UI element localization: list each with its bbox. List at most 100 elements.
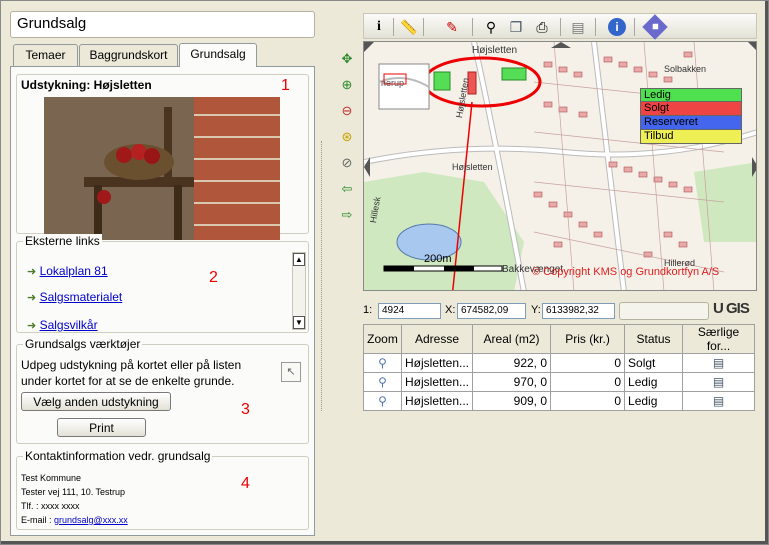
pan-icon[interactable]: ✥ <box>337 49 357 69</box>
link-salgsvilkaar[interactable]: Salgsvilkår <box>40 318 98 332</box>
tab-baggrundskort[interactable]: Baggrundskort <box>79 44 178 66</box>
x-label: X: <box>445 304 456 316</box>
map-copyright: © Copyright KMS og Grundkortfyn A/S <box>532 266 720 278</box>
street-label: Solbakken <box>664 64 707 74</box>
choose-subdivision-button[interactable]: Vælg anden udstykning <box>21 392 171 411</box>
area-cell: 970, 0 <box>472 372 552 392</box>
column-header-status[interactable]: Status <box>624 324 684 354</box>
clipboard-icon[interactable]: ▤ <box>568 17 588 37</box>
column-header-address[interactable]: Adresse <box>400 324 474 354</box>
legend-item: Tilbud <box>640 130 742 144</box>
annotation-3: 3 <box>241 401 250 418</box>
column-header-price[interactable]: Pris (kr.) <box>550 324 626 354</box>
external-links-group: Eksterne links ➜ Lokalplan 81 ➜ Salgsmat… <box>16 234 309 333</box>
links-scrollbar[interactable]: ▲ ▼ <box>292 252 306 330</box>
y-coordinate-field[interactable]: 6133982,32 <box>542 303 615 319</box>
zoom-cell[interactable]: ⚲ <box>363 391 402 411</box>
document-cell[interactable]: ▤ <box>682 391 755 411</box>
document-icon[interactable]: ▤ <box>713 375 724 389</box>
link-arrow-icon: ➜ <box>27 266 37 278</box>
link-item-salgsvilkaar[interactable]: ➜ Salgsvilkår <box>27 318 98 332</box>
zoom-cell[interactable]: ⚲ <box>363 372 402 392</box>
table-row[interactable]: ⚲ Højsletten... 970, 0 0 Ledig ▤ <box>363 372 755 392</box>
link-lokalplan[interactable]: Lokalplan 81 <box>40 264 108 278</box>
tools-legend: Grundsalgs værktøjer <box>23 337 143 351</box>
map-toolbar: i 📏 ✎ ⚲ ❐ ⎙ ▤ i ◆ <box>363 13 757 40</box>
document-icon[interactable]: ▤ <box>713 356 724 370</box>
info-i-icon[interactable]: i <box>369 17 389 37</box>
cursor-icon: ↖ <box>286 366 296 378</box>
annotation-4: 4 <box>241 475 250 492</box>
status-field <box>619 302 709 320</box>
column-header-special[interactable]: Særlige for... <box>682 324 755 354</box>
map-canvas[interactable]: nerup <box>364 42 757 291</box>
grundsalg-panel: Udstykning: Højsletten 1 Eksterne links … <box>10 66 315 536</box>
subdivision-label: Udstykning: Højsletten <box>21 78 152 92</box>
panel-title: Grundsalg <box>10 11 315 38</box>
address-cell: Højsletten... <box>400 391 474 411</box>
pointer-select-button[interactable]: ↖ <box>281 362 301 382</box>
ruler-icon[interactable]: 📏 <box>399 17 419 37</box>
scale-label: 1: <box>363 304 373 316</box>
status-cell: Ledig <box>624 372 684 392</box>
zoom-out-icon[interactable]: ⊖ <box>337 101 357 121</box>
document-cell[interactable]: ▤ <box>682 353 755 373</box>
zoom-full-icon[interactable]: ⊘ <box>337 153 357 173</box>
magnifier-icon[interactable]: ⚲ <box>378 394 387 408</box>
app-window: Grundsalg Temaer Baggrundskort Grundsalg… <box>0 0 769 545</box>
map-legend: Ledig Solgt Reserveret Tilbud <box>640 88 742 144</box>
y-label: Y: <box>531 304 541 316</box>
magnifier-icon[interactable]: ⚲ <box>378 356 387 370</box>
panel-splitter[interactable] <box>321 141 323 411</box>
zoom-cell[interactable]: ⚲ <box>363 353 402 373</box>
tools-group: Grundsalgs værktøjer Udpeg udstykning på… <box>16 337 309 444</box>
map-view[interactable]: nerup Højsletten Højsletten Højsletten B… <box>363 41 757 291</box>
link-arrow-icon: ➜ <box>27 292 37 304</box>
tab-grundsalg[interactable]: Grundsalg <box>179 43 257 67</box>
contact-address: Tester vej 111, 10. Testrup <box>21 487 126 497</box>
zoom-in-icon[interactable]: ⊕ <box>337 75 357 95</box>
contact-phone: Tlf. : xxxx xxxx <box>21 501 80 511</box>
column-header-area[interactable]: Areal (m2) <box>472 324 552 354</box>
map-label: nerup <box>381 78 404 88</box>
contact-details: Test Kommune Tester vej 111, 10. Testrup… <box>21 471 128 527</box>
settings-diamond-icon[interactable]: ◆ <box>642 14 668 40</box>
column-header-zoom[interactable]: Zoom <box>363 324 402 354</box>
document-cell[interactable]: ▤ <box>682 372 755 392</box>
magnifier-icon[interactable]: ⚲ <box>378 375 387 389</box>
map-navigation: ✥ ⊕ ⊖ ⊛ ⊘ ⇦ ⇨ <box>335 41 359 291</box>
subdivision-group: Udstykning: Højsletten <box>16 74 309 240</box>
scale-field[interactable]: 4924 <box>378 303 441 319</box>
status-cell: Solgt <box>624 353 684 373</box>
zoom-box-icon[interactable]: ⊛ <box>337 127 357 147</box>
street-label: Højsletten <box>452 162 493 172</box>
tab-temaer[interactable]: Temaer <box>13 44 78 66</box>
legend-item: Reserveret <box>640 116 742 130</box>
print-button[interactable]: Print <box>57 418 146 437</box>
legend-item: Solgt <box>640 102 742 116</box>
apple-basket-photo <box>44 97 280 240</box>
link-item-salgsmateriale[interactable]: ➜ Salgsmaterialet <box>27 290 122 304</box>
printer-icon[interactable]: ⎙ <box>532 17 552 37</box>
street-label: Højsletten <box>472 45 518 56</box>
x-coordinate-field[interactable]: 674582,09 <box>457 303 526 319</box>
scroll-up-icon[interactable]: ▲ <box>293 253 305 266</box>
ugis-logo: U GIS <box>713 300 750 317</box>
link-salgsmateriale[interactable]: Salgsmaterialet <box>40 290 123 304</box>
link-item-lokalplan[interactable]: ➜ Lokalplan 81 <box>27 264 108 278</box>
address-cell: Højsletten... <box>400 353 474 373</box>
document-icon[interactable]: ▤ <box>713 394 724 408</box>
help-info-icon[interactable]: i <box>608 18 626 36</box>
next-extent-icon[interactable]: ⇨ <box>337 205 357 225</box>
scroll-down-icon[interactable]: ▼ <box>293 316 305 329</box>
table-row[interactable]: ⚲ Højsletten... 909, 0 0 Ledig ▤ <box>363 391 755 411</box>
copy-icon[interactable]: ❐ <box>506 17 526 37</box>
contact-email-link[interactable]: grundsalg@xxx.xx <box>54 515 128 525</box>
subdivision-photo <box>44 97 280 240</box>
table-row[interactable]: ⚲ Højsletten... 922, 0 0 Solgt ▤ <box>363 353 755 373</box>
price-cell: 0 <box>550 372 626 392</box>
table-header-row: Zoom Adresse Areal (m2) Pris (kr.) Statu… <box>363 324 755 354</box>
previous-extent-icon[interactable]: ⇦ <box>337 179 357 199</box>
pen-icon[interactable]: ✎ <box>442 17 462 37</box>
binoculars-icon[interactable]: ⚲ <box>481 17 501 37</box>
